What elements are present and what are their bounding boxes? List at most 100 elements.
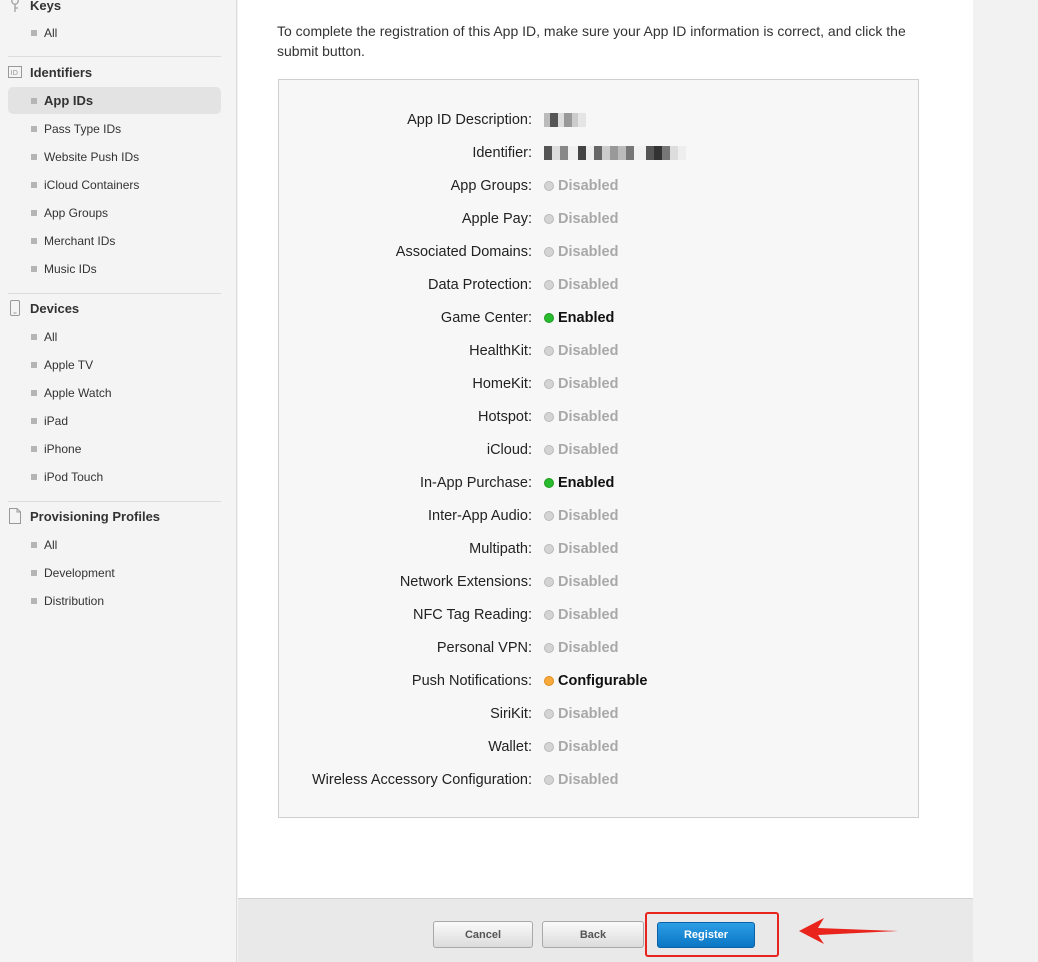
- detail-label: Identifier:: [472, 145, 532, 161]
- sidebar-item-ipod-touch[interactable]: iPod Touch: [8, 463, 221, 490]
- svg-text:ID: ID: [11, 69, 18, 77]
- sidebar-item-label: Apple TV: [44, 357, 94, 372]
- sidebar-item-keys-all[interactable]: All: [8, 19, 221, 46]
- capability-label: App Groups:: [450, 178, 532, 194]
- section-identifiers: ID Identifiers: [8, 61, 221, 83]
- detail-row-description: App ID Description:: [279, 109, 918, 131]
- section-title-devices: Devices: [30, 300, 80, 316]
- id-icon: ID: [8, 64, 22, 80]
- status-dot-icon: [544, 775, 554, 785]
- status-text: Disabled: [558, 706, 619, 722]
- sidebar-item-label: Merchant IDs: [44, 233, 116, 248]
- bullet-icon: [31, 237, 37, 244]
- status-text: Disabled: [558, 376, 619, 392]
- capability-status: Configurable: [544, 673, 647, 689]
- capability-row: iCloud: Disabled: [279, 439, 918, 461]
- divider: [8, 293, 221, 294]
- bullet-icon: [31, 473, 37, 480]
- status-dot-icon: [544, 445, 554, 455]
- sidebar-item-label: App IDs: [44, 93, 94, 108]
- main-panel: To complete the registration of this App…: [238, 0, 973, 898]
- status-text: Disabled: [558, 508, 619, 524]
- sidebar: Keys All ID Identifiers App IDs Pass Typ…: [0, 0, 237, 962]
- sidebar-item-label: Pass Type IDs: [44, 121, 122, 136]
- document-icon: [8, 508, 22, 524]
- sidebar-item-apple-watch[interactable]: Apple Watch: [8, 379, 221, 406]
- section-keys: Keys: [8, 0, 221, 16]
- capability-status: Disabled: [544, 211, 618, 227]
- sidebar-item-label: iPhone: [44, 441, 82, 456]
- sidebar-item-ipad[interactable]: iPad: [8, 407, 221, 434]
- bullet-icon: [31, 209, 37, 216]
- capability-label: Associated Domains:: [395, 244, 532, 260]
- sidebar-item-merchant-ids[interactable]: Merchant IDs: [8, 227, 221, 254]
- status-dot-icon: [544, 214, 554, 224]
- status-text: Disabled: [558, 541, 619, 557]
- status-dot-icon: [544, 181, 554, 191]
- sidebar-item-development[interactable]: Development: [8, 559, 221, 586]
- sidebar-item-apple-tv[interactable]: Apple TV: [8, 351, 221, 378]
- sidebar-item-website-push-ids[interactable]: Website Push IDs: [8, 143, 221, 170]
- capability-row: Personal VPN: Disabled: [279, 637, 918, 659]
- sidebar-item-label: Website Push IDs: [44, 149, 140, 164]
- sidebar-item-devices-all[interactable]: All: [8, 323, 221, 350]
- capability-row: SiriKit: Disabled: [279, 703, 918, 725]
- capability-row: NFC Tag Reading: Disabled: [279, 604, 918, 626]
- sidebar-item-profiles-all[interactable]: All: [8, 531, 221, 558]
- capability-label: SiriKit:: [490, 706, 532, 722]
- capability-label: Wireless Accessory Configuration:: [312, 772, 532, 788]
- capability-status: Disabled: [544, 442, 618, 458]
- back-button[interactable]: Back: [542, 921, 644, 948]
- capability-status: Disabled: [544, 508, 618, 524]
- sidebar-item-label: iPad: [44, 413, 69, 428]
- sidebar-item-icloud-containers[interactable]: iCloud Containers: [8, 171, 221, 198]
- capability-status: Disabled: [544, 739, 618, 755]
- sidebar-item-distribution[interactable]: Distribution: [8, 587, 221, 614]
- capability-status: Disabled: [544, 541, 618, 557]
- sidebar-item-label: iCloud Containers: [44, 177, 140, 192]
- status-text: Disabled: [558, 244, 619, 260]
- bullet-icon: [31, 389, 37, 396]
- divider: [8, 501, 221, 502]
- sidebar-item-app-ids[interactable]: App IDs: [8, 87, 221, 114]
- sidebar-item-app-groups[interactable]: App Groups: [8, 199, 221, 226]
- status-text: Enabled: [558, 310, 615, 326]
- sidebar-item-iphone[interactable]: iPhone: [8, 435, 221, 462]
- bullet-icon: [31, 97, 37, 104]
- status-dot-icon: [544, 544, 554, 554]
- capability-status: Disabled: [544, 244, 618, 260]
- status-text: Disabled: [558, 277, 619, 293]
- capability-row: Wireless Accessory Configuration: Disable…: [279, 769, 918, 791]
- status-text: Disabled: [558, 574, 619, 590]
- bullet-icon: [31, 417, 37, 424]
- capability-status: Disabled: [544, 607, 618, 623]
- bullet-icon: [31, 29, 37, 36]
- device-icon: [8, 300, 22, 316]
- capability-label: In-App Purchase:: [419, 475, 532, 491]
- capability-status: Disabled: [544, 772, 618, 788]
- capability-row: Multipath: Disabled: [279, 538, 918, 560]
- bullet-icon: [31, 265, 37, 272]
- status-dot-icon: [544, 643, 554, 653]
- status-text: Disabled: [558, 211, 619, 227]
- status-dot-icon: [544, 610, 554, 620]
- capability-row: Inter-App Audio: Disabled: [279, 505, 918, 527]
- sidebar-item-pass-type-ids[interactable]: Pass Type IDs: [8, 115, 221, 142]
- key-icon: [8, 0, 22, 13]
- bullet-icon: [31, 181, 37, 188]
- bullet-icon: [31, 569, 37, 576]
- sidebar-item-music-ids[interactable]: Music IDs: [8, 255, 221, 282]
- divider: [8, 56, 221, 57]
- sidebar-item-label: All: [44, 329, 58, 344]
- capability-row: Game Center: Enabled: [279, 307, 918, 329]
- sidebar-item-label: Apple Watch: [44, 385, 112, 400]
- sidebar-item-label: Development: [44, 565, 115, 580]
- capability-status: Disabled: [544, 376, 618, 392]
- capability-status: Disabled: [544, 277, 618, 293]
- status-text: Disabled: [558, 607, 619, 623]
- section-devices: Devices: [8, 297, 221, 319]
- status-dot-icon: [544, 676, 554, 686]
- cancel-button[interactable]: Cancel: [433, 921, 533, 948]
- capability-label: Apple Pay:: [461, 211, 532, 227]
- sidebar-item-label: iPod Touch: [44, 469, 104, 484]
